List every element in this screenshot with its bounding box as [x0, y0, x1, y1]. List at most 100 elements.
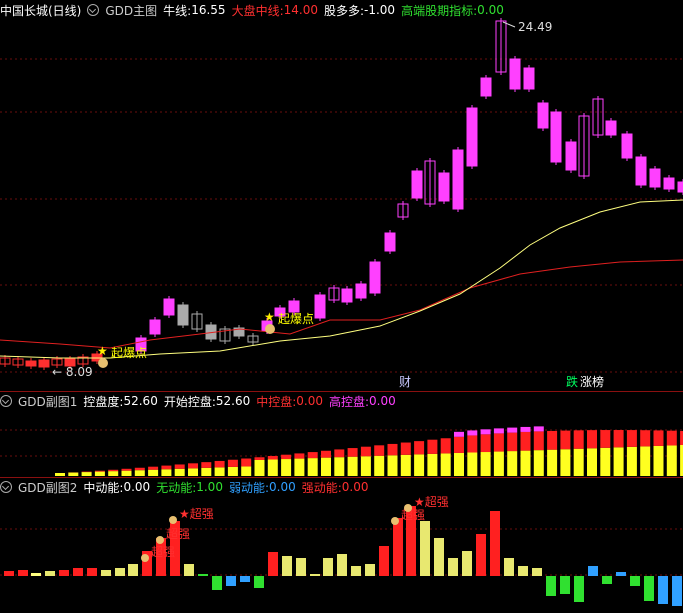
- candlestick: [25, 360, 37, 367]
- control-bar: [108, 469, 119, 472]
- momentum-bar: [658, 576, 668, 604]
- candlestick: [663, 177, 675, 190]
- control-bar: [600, 430, 611, 448]
- sub1-control-chart[interactable]: [0, 410, 683, 476]
- mid-momentum-value: 0.00: [123, 480, 151, 494]
- momentum-bar: [45, 571, 55, 576]
- control-bar: [400, 454, 411, 476]
- control-bar: [321, 457, 331, 476]
- main-indicator-name[interactable]: GDD主图: [105, 2, 157, 19]
- control-bar: [188, 468, 198, 476]
- control-bar: [640, 430, 651, 447]
- momentum-bar: [560, 576, 570, 594]
- control-bar: [547, 449, 558, 476]
- star-icon: ★: [97, 344, 108, 358]
- control-bar: [360, 456, 371, 476]
- control-bar: [267, 459, 278, 476]
- control-degree-label: 控盘度:: [83, 394, 124, 409]
- main-price-chart[interactable]: 24.49← 8.09★ 起爆点★ 起爆点财跌涨榜: [0, 18, 683, 390]
- control-bar: [560, 430, 571, 450]
- control-bar: [360, 446, 371, 457]
- indicator-settings-icon[interactable]: [87, 4, 100, 16]
- control-bar: [440, 453, 451, 476]
- momentum-bar: [87, 568, 97, 576]
- control-bar: [227, 466, 238, 476]
- control-bar: [121, 468, 132, 471]
- control-bar: [440, 438, 451, 454]
- mid-control-value: 0.00: [296, 394, 323, 408]
- strong-momentum-label: 强动能:: [301, 480, 342, 495]
- momentum-bar: [602, 576, 612, 584]
- control-bar: [454, 452, 464, 476]
- high-price-label: 24.49: [518, 20, 552, 34]
- control-bar: [493, 433, 504, 452]
- sub1-indicator-name[interactable]: GDD副图1: [18, 393, 77, 410]
- niu-line-value: 16.55: [191, 3, 226, 17]
- control-bar: [214, 460, 225, 468]
- strong-signal-label: ★超强: [179, 506, 214, 521]
- candlestick: [369, 261, 381, 294]
- control-bar: [201, 467, 212, 476]
- momentum-bar: [101, 570, 111, 576]
- control-bar: [281, 459, 292, 476]
- weak-momentum-label: 弱动能:: [228, 480, 269, 495]
- control-bar: [520, 450, 531, 476]
- candlestick: [452, 149, 464, 210]
- momentum-bar: [184, 564, 194, 576]
- control-bar: [533, 450, 544, 476]
- control-bar: [148, 469, 159, 476]
- momentum-bar: [420, 521, 430, 576]
- control-bar: [626, 446, 637, 476]
- control-bar: [347, 448, 358, 457]
- sub1-settings-icon[interactable]: [0, 395, 12, 407]
- momentum-bar: [337, 554, 347, 576]
- event-marker: 财: [399, 375, 411, 389]
- high-end-indicator-label: 高端股期指标:: [401, 3, 478, 18]
- control-bar: [626, 430, 637, 447]
- momentum-bar: [462, 551, 472, 576]
- stock-name[interactable]: 中国长城(日线): [0, 2, 81, 19]
- candlestick: [605, 120, 617, 136]
- control-bar: [241, 466, 252, 476]
- niu-line: [0, 199, 683, 359]
- control-bar: [613, 430, 624, 448]
- control-bar: [334, 449, 345, 458]
- momentum-bar: [31, 573, 41, 576]
- control-bar: [294, 453, 305, 459]
- sub2-indicator-name[interactable]: GDD副图2: [18, 479, 77, 496]
- control-bar: [241, 458, 252, 467]
- control-bar: [161, 469, 172, 476]
- control-bar: [227, 459, 238, 467]
- control-bar: [174, 464, 185, 469]
- control-bar: [134, 467, 145, 471]
- momentum-bar: [128, 564, 138, 576]
- signal-label: 起爆点: [111, 346, 147, 360]
- sub2-title-bar: GDD副图2 中动能: 0.00 无动能: 1.00 弱动能: 0.00 强动能…: [0, 478, 374, 496]
- main-title-bar: 中国长城(日线) GDD主图 牛线: 16.55 大盘中线: 14.00 股多多…: [0, 1, 510, 19]
- control-bar: [414, 441, 425, 455]
- candlestick: [288, 300, 300, 313]
- control-bar: [148, 466, 159, 470]
- no-momentum-label: 无动能:: [156, 480, 197, 495]
- control-bar: [334, 457, 345, 476]
- momentum-bar: [546, 576, 556, 596]
- candlestick: [341, 288, 353, 303]
- sub2-momentum-chart[interactable]: 超强超强★超强 超强★超强: [0, 496, 683, 613]
- candlestick: [677, 181, 683, 193]
- momentum-bar: [4, 571, 14, 576]
- momentum-bar: [282, 556, 292, 576]
- control-bar: [613, 447, 624, 476]
- control-bar: [573, 448, 584, 476]
- momentum-bar: [18, 570, 28, 576]
- sub2-settings-icon[interactable]: [0, 481, 12, 493]
- momentum-bar: [434, 538, 444, 576]
- momentum-bar: [310, 574, 320, 576]
- candlestick: [523, 67, 535, 90]
- low-price-label: ← 8.09: [52, 365, 93, 379]
- momentum-bar: [268, 552, 278, 576]
- control-bar: [480, 429, 491, 435]
- momentum-bar: [588, 566, 598, 576]
- momentum-bar: [476, 534, 486, 576]
- control-bar: [294, 458, 305, 476]
- market-midline-label: 大盘中线:: [231, 3, 284, 18]
